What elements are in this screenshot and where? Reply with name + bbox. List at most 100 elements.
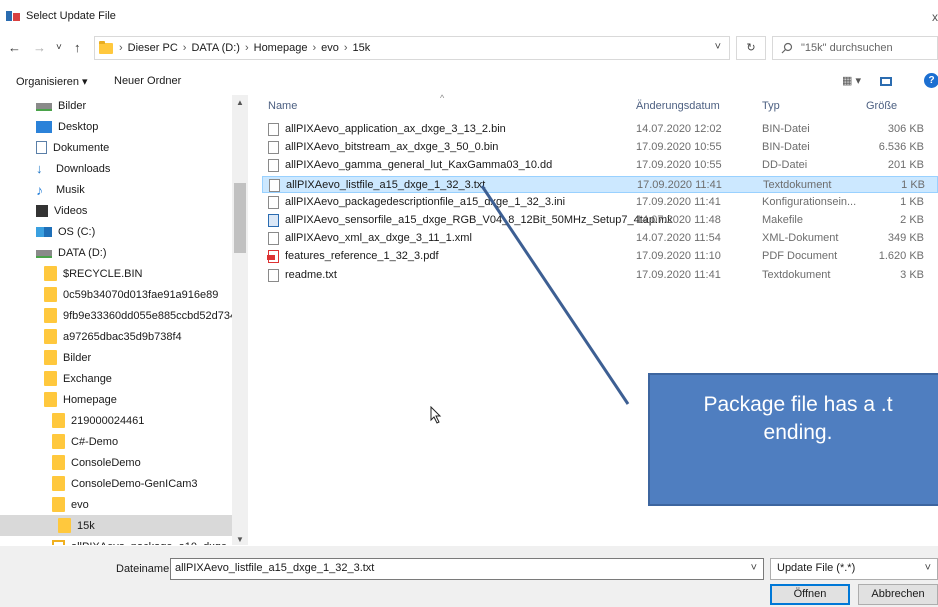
sidebar-item[interactable]: evo — [0, 494, 232, 515]
file-type: XML-Dokument — [762, 232, 839, 245]
file-row[interactable]: allPIXAevo_gamma_general_lut_KaxGamma03_… — [262, 157, 938, 174]
sidebar-item[interactable]: OS (C:) — [0, 221, 232, 242]
breadcrumb-this-pc[interactable]: Dieser PC — [128, 42, 178, 54]
sidebar-item[interactable]: 0c59b34070d013fae91a916e89 — [0, 284, 232, 305]
file-type: DD-Datei — [762, 159, 808, 172]
new-folder-button[interactable]: Neuer Ordner — [114, 75, 181, 87]
file-row[interactable]: allPIXAevo_packagedescriptionfile_a15_dx… — [262, 194, 938, 211]
close-icon[interactable]: x — [932, 10, 938, 24]
column-header-type[interactable]: Typ — [762, 95, 780, 119]
filename-value: allPIXAevo_listfile_a15_dxge_1_32_3.txt — [175, 562, 375, 574]
breadcrumb-data-drive[interactable]: DATA (D:) — [191, 42, 239, 54]
sidebar-item[interactable]: 15k — [0, 515, 232, 536]
sidebar-item[interactable]: Videos — [0, 200, 232, 221]
folder-icon — [58, 518, 71, 533]
search-icon — [781, 42, 793, 54]
file-type: Makefile — [762, 214, 803, 226]
sidebar-item[interactable]: 219000024461 — [0, 410, 232, 431]
help-icon[interactable]: ? — [924, 73, 938, 88]
open-button[interactable]: Öffnen — [770, 584, 850, 605]
sidebar-item[interactable]: Desktop — [0, 116, 232, 137]
sidebar-item-label: Musik — [56, 183, 85, 196]
scroll-up-icon[interactable]: ▲ — [236, 98, 244, 107]
folder-icon — [52, 476, 65, 491]
sidebar-item[interactable]: ♪ Musik — [0, 179, 232, 200]
sidebar-item-label: ConsoleDemo-GenICam3 — [71, 477, 198, 490]
scroll-down-icon[interactable]: ▼ — [236, 535, 244, 544]
cancel-button[interactable]: Abbrechen — [858, 584, 938, 605]
sidebar-scrollbar[interactable] — [232, 95, 248, 545]
navigation-pane: Bilder Desktop Dokumente ↓ Downloads ♪ Musik Vi… — [0, 95, 248, 545]
sidebar-item[interactable]: Homepage — [0, 389, 232, 410]
file-name: allPIXAevo_bitstream_ax_dxge_3_50_0.bin — [285, 141, 499, 154]
file-size: 2 KB — [900, 214, 924, 226]
sidebar-item[interactable]: $RECYCLE.BIN — [0, 263, 232, 284]
search-placeholder: "15k" durchsuchen — [801, 42, 893, 54]
breadcrumb-separator: › — [182, 42, 187, 54]
file-row[interactable]: allPIXAevo_application_ax_dxge_3_13_2.bi… — [262, 121, 938, 138]
sidebar-item-label: 9fb9e33360dd055e885ccbd52d73486e — [63, 309, 248, 322]
sidebar-item[interactable]: ↓ Downloads — [0, 158, 232, 179]
sidebar-item[interactable]: allPIXAevo_package_a10_dxge_1_3 — [0, 536, 248, 545]
breadcrumb-15k[interactable]: 15k — [353, 42, 371, 54]
videos-icon — [36, 204, 48, 217]
column-header-name[interactable]: Name — [268, 95, 297, 119]
file-date: 14.07.2020 11:48 — [636, 214, 721, 226]
sidebar-item[interactable]: DATA (D:) — [0, 242, 232, 263]
sidebar-item[interactable]: ConsoleDemo — [0, 452, 232, 473]
sidebar-item[interactable]: C#-Demo — [0, 431, 232, 452]
sidebar-item[interactable]: Bilder — [0, 347, 232, 368]
sidebar-item-label: Downloads — [56, 162, 111, 175]
up-button[interactable]: ↑ — [74, 40, 81, 55]
back-button[interactable]: ← — [8, 40, 21, 55]
sidebar-item[interactable]: a97265dbac35d9b738f4 — [0, 326, 232, 347]
file-type: BIN-Datei — [762, 141, 810, 154]
sidebar-item[interactable]: Exchange — [0, 368, 232, 389]
sidebar-item[interactable]: 9fb9e33360dd055e885ccbd52d73486e — [0, 305, 248, 326]
desktop-icon — [36, 120, 52, 133]
file-size: 3 KB — [900, 268, 924, 281]
folder-icon — [44, 308, 57, 323]
toolbar: Organisieren ▾ Neuer Ordner ▦ ▾ ? — [0, 68, 938, 94]
search-input[interactable]: "15k" durchsuchen — [772, 36, 938, 60]
os-drive-icon — [36, 226, 52, 237]
file-icon — [268, 159, 279, 173]
filename-input[interactable]: allPIXAevo_listfile_a15_dxge_1_32_3.txt … — [170, 558, 764, 580]
file-row[interactable]: allPIXAevo_listfile_a15_dxge_1_32_3.txt 1… — [262, 175, 938, 193]
file-icon — [268, 123, 279, 136]
breadcrumb-homepage[interactable]: Homepage — [254, 42, 308, 54]
sidebar-item[interactable]: ConsoleDemo-GenICam3 — [0, 473, 232, 494]
chevron-down-icon[interactable]: ˅ — [715, 41, 721, 53]
file-row[interactable]: allPIXAevo_bitstream_ax_dxge_3_50_0.bin 1… — [262, 139, 938, 156]
address-bar[interactable]: › Dieser PC › DATA (D:) › Homepage › evo… — [94, 36, 730, 60]
refresh-button[interactable]: ↻ — [736, 36, 766, 60]
chevron-down-icon[interactable]: ˅ — [925, 562, 931, 574]
sidebar-item[interactable]: Dokumente — [0, 137, 232, 158]
forward-button[interactable]: → — [33, 40, 46, 55]
sidebar-item-label: allPIXAevo_package_a10_dxge_1_3 — [71, 541, 248, 546]
filetype-select[interactable]: Update File (*.*) ˅ — [770, 558, 938, 580]
sidebar-item[interactable]: Bilder — [0, 95, 232, 116]
folder-icon — [44, 392, 57, 407]
file-icon — [268, 214, 279, 227]
file-name: allPIXAevo_application_ax_dxge_3_13_2.bi… — [285, 123, 506, 135]
column-header-date[interactable]: Änderungsdatum — [636, 95, 720, 119]
folder-icon — [44, 287, 57, 302]
organize-menu[interactable]: Organisieren ▾ — [16, 75, 88, 88]
file-row[interactable]: allPIXAevo_sensorfile_a15_dxge_RGB_V04_8… — [262, 212, 938, 229]
file-row[interactable]: allPIXAevo_xml_ax_dxge_3_11_1.xml 14.07.2… — [262, 230, 938, 247]
file-name: features_reference_1_32_3.pdf — [285, 250, 439, 263]
file-row[interactable]: readme.txt 17.09.2020 11:41 Textdokument 3 … — [262, 267, 938, 284]
view-options-button[interactable]: ▦ ▾ — [842, 74, 861, 87]
recent-locations-button[interactable]: ˅ — [56, 42, 62, 53]
documents-icon — [36, 141, 47, 154]
file-size: 306 KB — [887, 123, 924, 135]
sidebar-scrollbar-thumb[interactable] — [234, 183, 246, 253]
preview-pane-icon[interactable] — [880, 77, 892, 86]
callout-line-2: ending. — [763, 421, 833, 444]
file-row[interactable]: features_reference_1_32_3.pdf 17.09.2020 … — [262, 248, 938, 265]
breadcrumb-evo[interactable]: evo — [321, 42, 339, 54]
file-date: 17.09.2020 11:41 — [636, 268, 721, 281]
column-header-size[interactable]: Größe — [866, 95, 897, 119]
chevron-down-icon[interactable]: ˅ — [751, 562, 757, 574]
